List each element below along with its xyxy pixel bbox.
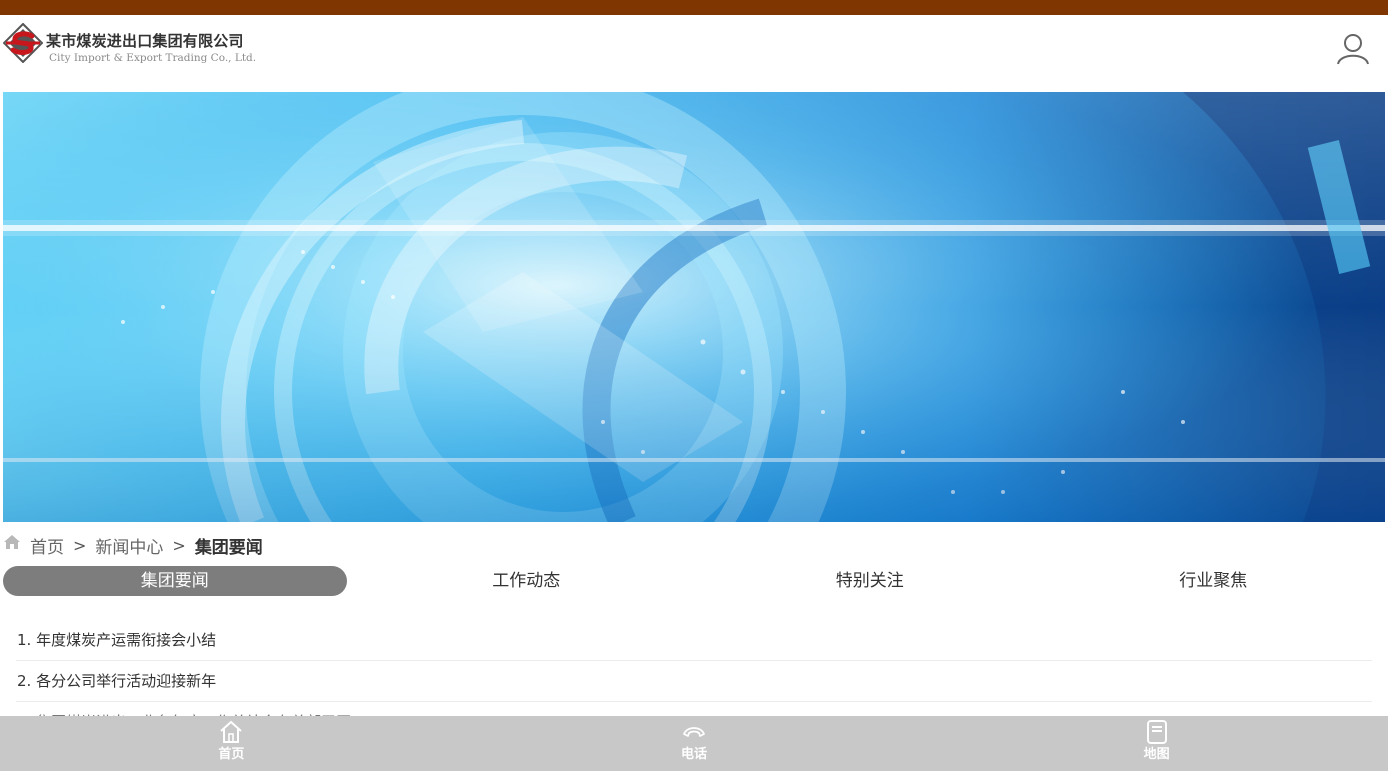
breadcrumb-home[interactable]: 首页 <box>30 533 64 558</box>
top-brand-strip <box>0 0 1388 15</box>
page: 某市煤炭进出口集团有限公司 City Import & Export Tradi… <box>0 0 1388 771</box>
phone-icon <box>683 727 705 737</box>
tab-work-updates[interactable]: 工作动态 <box>355 566 699 596</box>
user-account-button[interactable] <box>1335 31 1371 67</box>
company-name-cn: 某市煤炭进出口集团有限公司 <box>46 32 244 50</box>
tab-group-news[interactable]: 集团要闻 <box>3 566 347 596</box>
company-name-en: City Import & Export Trading Co., Ltd. <box>49 52 257 64</box>
breadcrumb-separator: > <box>73 535 87 555</box>
news-item[interactable]: 1. 年度煤炭产运需衔接会小结 <box>16 620 1372 661</box>
tab-industry-focus[interactable]: 行业聚焦 <box>1042 566 1386 596</box>
breadcrumb: 首页 > 新闻中心 > 集团要闻 <box>3 532 263 558</box>
breadcrumb-current: 集团要闻 <box>194 537 263 558</box>
bottom-nav-phone[interactable]: 电话 <box>463 716 926 771</box>
home-icon <box>220 720 242 743</box>
tab-special-focus[interactable]: 特别关注 <box>698 566 1042 596</box>
header: 某市煤炭进出口集团有限公司 City Import & Export Tradi… <box>3 15 1385 92</box>
breadcrumb-separator: > <box>172 535 186 555</box>
map-icon <box>1146 720 1167 744</box>
bottom-navigation: 首页 电话 地图 <box>0 716 1388 771</box>
company-logo[interactable]: 某市煤炭进出口集团有限公司 City Import & Export Tradi… <box>3 21 263 64</box>
bottom-nav-map[interactable]: 地图 <box>925 716 1388 771</box>
user-icon <box>1337 34 1369 65</box>
news-item[interactable]: 2. 各分公司举行活动迎接新年 <box>16 661 1372 702</box>
home-icon <box>4 535 20 549</box>
breadcrumb-news-center[interactable]: 新闻中心 <box>95 533 163 558</box>
hero-banner <box>3 92 1385 522</box>
banner-graphic <box>3 92 1385 522</box>
bottom-nav-map-label: 地图 <box>1143 747 1170 762</box>
bottom-nav-home-label: 首页 <box>218 747 245 762</box>
bottom-nav-home[interactable]: 首页 <box>0 716 463 771</box>
logo-mark-icon <box>3 23 43 63</box>
category-tabs: 集团要闻 工作动态 特别关注 行业聚焦 <box>3 566 1385 596</box>
bottom-nav-phone-label: 电话 <box>681 747 708 762</box>
